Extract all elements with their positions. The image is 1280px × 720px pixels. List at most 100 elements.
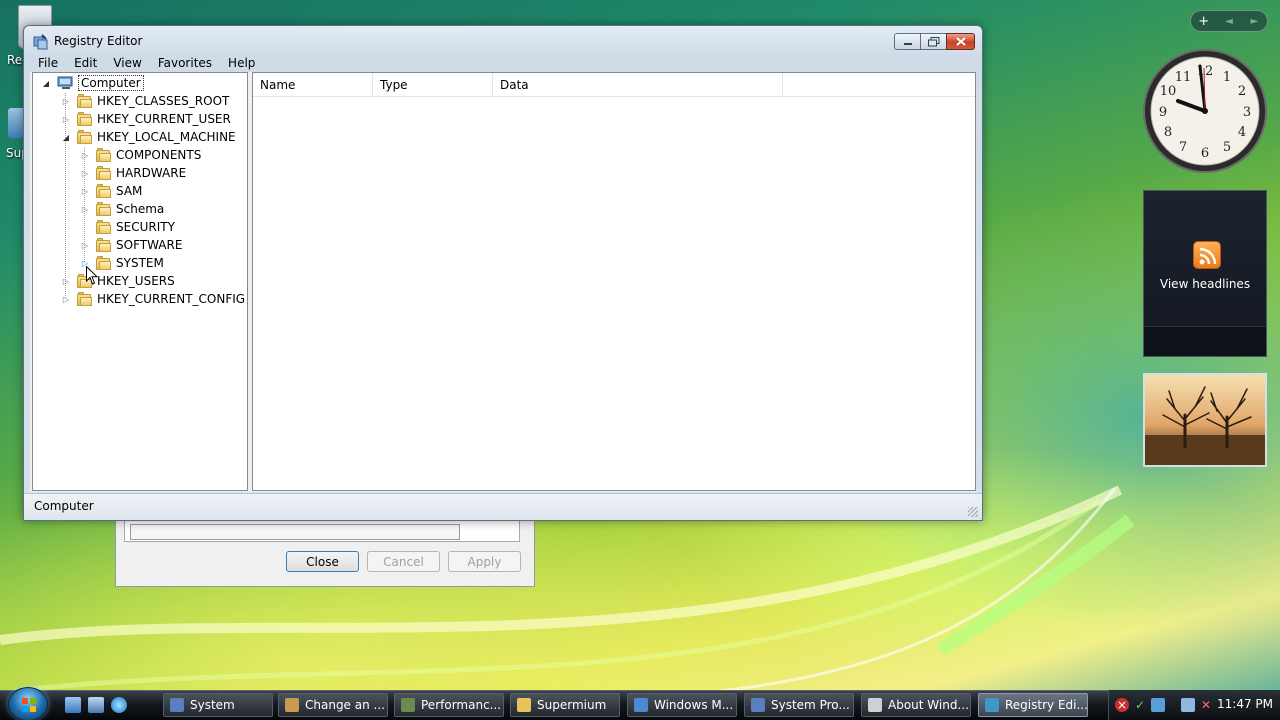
tree-node-label: HKEY_CURRENT_CONFIG [97,292,246,306]
expand-arrow-icon[interactable]: ▷ [80,168,90,178]
taskbar-button-supermium[interactable]: Supermium [510,693,620,717]
status-path: Computer [34,499,94,513]
internet-explorer-icon[interactable] [111,697,127,713]
cancel-button[interactable]: Cancel [367,551,440,572]
tree-node-schema[interactable]: ▷ Schema [80,200,164,218]
column-header-data[interactable]: Data [493,73,783,97]
tree-node-label: HKEY_USERS [97,274,175,288]
key-tree[interactable]: ◢ Computer ▷ HKEY_CLASSES_ROOT ▷ HKEY_CU… [32,72,248,491]
expand-arrow-icon[interactable]: ▷ [80,240,90,250]
about-icon [868,698,882,712]
taskbar-button-performance[interactable]: Performanc... [394,693,504,717]
apply-button[interactable]: Apply [448,551,521,572]
tree-node-hkey-current-config[interactable]: ▷ HKEY_CURRENT_CONFIG [61,290,245,308]
tree-node-label: HKEY_LOCAL_MACHINE [97,130,236,144]
expand-arrow-icon[interactable]: ▷ [61,294,71,304]
tree-node-hkey-classes-root[interactable]: ▷ HKEY_CLASSES_ROOT [61,92,229,110]
resize-grip[interactable] [968,507,978,517]
close-window-button[interactable] [946,33,975,50]
menu-bar: File Edit View Favorites Help [30,54,263,72]
taskbar-button-system[interactable]: System [163,693,273,717]
dialog-scrollbar[interactable] [130,524,460,540]
title-bar[interactable]: Registry Editor [24,26,982,56]
column-header-name[interactable]: Name [253,73,373,97]
taskbar-button-label: Windows M... [654,698,734,712]
rss-icon [1193,241,1221,269]
maximize-button[interactable] [920,33,947,50]
window-title: Registry Editor [54,34,143,48]
menu-favorites[interactable]: Favorites [150,54,220,72]
client-area: ◢ Computer ▷ HKEY_CLASSES_ROOT ▷ HKEY_CU… [30,72,976,492]
volume-muted-icon[interactable]: ✕ [1199,698,1213,712]
tree-node-label: HARDWARE [116,166,187,180]
tree-node-sam[interactable]: ▷ SAM [80,182,142,200]
add-gadget-button[interactable]: + [1191,14,1216,29]
show-desktop-icon[interactable] [65,697,81,713]
collapse-arrow-icon[interactable]: ◢ [41,78,51,88]
tree-node-computer[interactable]: ◢ Computer [41,74,144,92]
folder-icon [77,291,93,306]
tree-node-hardware[interactable]: ▷ HARDWARE [80,164,186,182]
minimize-button[interactable] [894,33,921,50]
clock-numeral: 10 [1160,84,1177,99]
folder-icon [77,93,93,108]
tree-node-components[interactable]: ▷ COMPONENTS [80,146,201,164]
collapse-arrow-icon[interactable]: ◢ [61,132,71,142]
clock-numeral: 8 [1164,125,1172,140]
tree-node-label: Computer [78,75,144,91]
switch-windows-icon[interactable] [88,697,104,713]
menu-file[interactable]: File [30,54,66,72]
column-header-type[interactable]: Type [373,73,493,97]
taskbar-button-about-windows[interactable]: About Wind... [861,693,971,717]
tree-node-hkey-local-machine[interactable]: ◢ HKEY_LOCAL_MACHINE [61,128,236,146]
checkmark-icon[interactable]: ✓ [1133,698,1147,712]
no-expander: ▷ [80,222,90,232]
tree-node-label: HKEY_CLASSES_ROOT [97,94,230,108]
users-icon [285,698,299,712]
update-icon[interactable] [1151,698,1165,712]
taskbar-button-registry-editor[interactable]: Registry Edi... [978,693,1088,717]
expand-arrow-icon[interactable]: ▷ [61,276,71,286]
feed-headlines-gadget[interactable]: View headlines [1143,190,1267,357]
folder-open-icon [77,129,93,144]
tree-node-label: SOFTWARE [116,238,183,252]
next-page-button[interactable]: ► [1242,16,1267,27]
view-headlines-link[interactable]: View headlines [1144,277,1266,291]
network-icon[interactable] [1181,698,1195,712]
tree-node-security[interactable]: ▷ SECURITY [80,218,175,236]
start-button[interactable] [8,687,48,720]
clock-gadget[interactable]: 12 1 2 3 4 5 6 7 8 9 10 11 [1142,48,1268,174]
taskbar-button-label: System Pro... [771,698,850,712]
taskbar-button-windows-m[interactable]: Windows M... [627,693,737,717]
windows-logo-icon [22,698,36,712]
tree-node-hkey-current-user[interactable]: ▷ HKEY_CURRENT_USER [61,110,231,128]
tree-node-hkey-users[interactable]: ▷ HKEY_USERS [61,272,175,290]
close-button[interactable]: Close [286,551,359,572]
expand-arrow-icon[interactable]: ▷ [80,150,90,160]
gadget-footer [1144,326,1266,356]
status-bar: Computer [24,493,982,520]
value-list[interactable]: Name Type Data [252,72,976,491]
menu-view[interactable]: View [105,54,149,72]
sidebar-controls: + ◄ ► [1190,10,1268,32]
taskbar-button-change-an[interactable]: Change an ... [278,693,388,717]
taskbar-button-system-properties[interactable]: System Pro... [744,693,854,717]
folder-icon [96,237,112,252]
taskbar-button-label: About Wind... [888,698,969,712]
expand-arrow-icon[interactable]: ▷ [80,186,90,196]
slideshow-gadget[interactable] [1143,373,1267,467]
menu-edit[interactable]: Edit [66,54,105,72]
clock-numeral: 7 [1179,140,1187,155]
expand-arrow-icon[interactable]: ▷ [61,96,71,106]
tree-node-label: SECURITY [116,220,175,234]
expand-arrow-icon[interactable]: ▷ [61,114,71,124]
previous-page-button[interactable]: ◄ [1216,16,1241,27]
restore-icon [927,36,939,46]
system-icon [751,698,765,712]
menu-help[interactable]: Help [220,54,263,72]
taskbar-button-label: System [190,698,235,712]
security-alert-icon[interactable]: × [1115,698,1129,712]
tree-node-software[interactable]: ▷ SOFTWARE [80,236,182,254]
expand-arrow-icon[interactable]: ▷ [80,204,90,214]
taskbar-clock[interactable]: 11:47 PM [1217,697,1273,711]
